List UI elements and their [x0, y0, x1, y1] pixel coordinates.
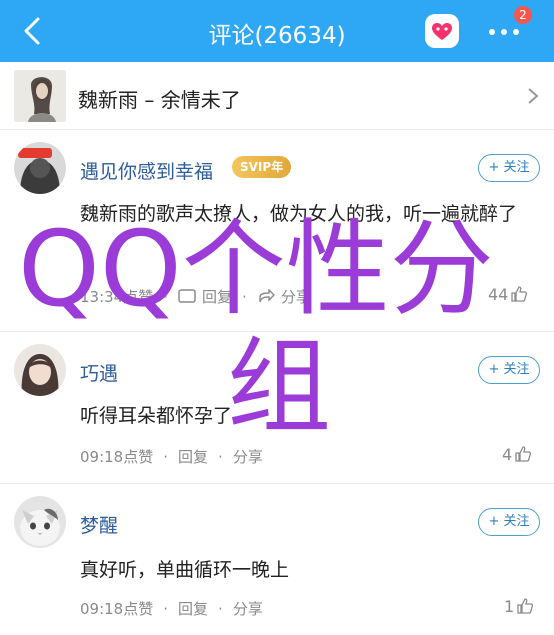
avatar[interactable] — [14, 142, 66, 194]
avatar[interactable] — [14, 496, 66, 548]
chevron-right-icon[interactable] — [526, 86, 540, 106]
reply-button[interactable]: 回复 — [202, 288, 232, 306]
notification-badge: 2 — [514, 6, 532, 24]
comment-text: 听得耳朵都怀孕了 — [80, 405, 233, 427]
thumb-up-icon — [515, 446, 532, 462]
share-button[interactable]: 分享 — [281, 288, 311, 306]
comment-username[interactable]: 遇见你感到幸福 — [80, 157, 213, 184]
more-dots-icon[interactable] — [484, 20, 524, 44]
reply-button[interactable]: 回复 — [178, 448, 208, 466]
like-count-value: 4 — [502, 445, 513, 464]
page-title: 评论(26634) — [208, 23, 346, 49]
reply-icon[interactable] — [178, 289, 196, 305]
share-button[interactable]: 分享 — [233, 448, 263, 466]
follow-button[interactable]: + 关注 — [478, 356, 540, 384]
like-text[interactable]: 点赞 — [123, 288, 153, 306]
like-count[interactable]: 1 — [504, 597, 534, 616]
song-title: 魏新雨 – 余情未了 — [78, 88, 241, 112]
comment-text: 真好听，单曲循环一晚上 — [80, 559, 290, 581]
comment-meta: 09:18点赞 · 回复 · 分享 — [80, 448, 263, 466]
comment-username[interactable]: 巧遇 — [80, 359, 118, 386]
like-count-value: 1 — [504, 597, 515, 616]
reply-button[interactable]: 回复 — [178, 600, 208, 618]
comment-time: 13:34 — [80, 288, 124, 306]
svip-badge: SVIP年 — [232, 156, 292, 178]
like-count[interactable]: 44 — [488, 285, 528, 304]
thumb-up-icon — [517, 598, 534, 614]
top-bar: 评论(26634) 2 — [0, 0, 554, 62]
comment-time: 09:18 — [80, 448, 124, 466]
like-count-value: 44 — [488, 285, 509, 304]
share-icon[interactable] — [257, 288, 275, 305]
song-cover-thumbnail — [14, 70, 66, 122]
follow-button[interactable]: + 关注 — [478, 508, 540, 536]
heart-chat-icon[interactable] — [425, 14, 459, 48]
comment-username[interactable]: 梦醒 — [80, 511, 118, 538]
comment-meta: 09:18点赞 · 回复 · 分享 — [80, 600, 263, 618]
comment-text: 魏新雨的歌声太撩人，做为女人的我，听一遍就醉了 — [80, 203, 518, 225]
song-info-row[interactable]: 魏新雨 – 余情未了 — [0, 62, 554, 130]
comment-time: 09:18 — [80, 600, 124, 618]
thumb-up-icon — [511, 286, 528, 302]
avatar[interactable] — [14, 344, 66, 396]
comment-meta: 13:34点赞 · 回复 · 分享 — [80, 288, 311, 306]
like-text[interactable]: 点赞 — [123, 448, 153, 466]
follow-button[interactable]: + 关注 — [478, 154, 540, 182]
like-count[interactable]: 4 — [502, 445, 532, 464]
share-button[interactable]: 分享 — [233, 600, 263, 618]
like-text[interactable]: 点赞 — [123, 600, 153, 618]
